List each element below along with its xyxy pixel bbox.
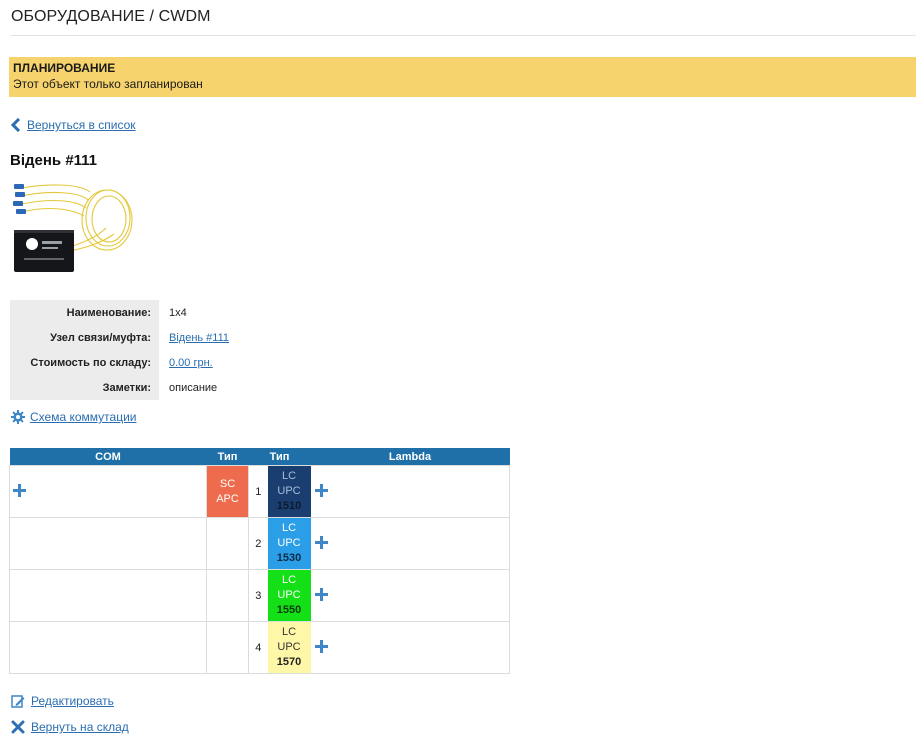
edit-label[interactable]: Редактировать <box>31 694 114 708</box>
connector-line2: UPC <box>277 641 301 653</box>
port-number: 4 <box>248 621 268 674</box>
add-lambda-button[interactable] <box>314 639 329 654</box>
connector-line2: UPC <box>277 537 301 549</box>
com-cell <box>9 621 207 674</box>
edit-link[interactable]: Редактировать <box>11 694 114 708</box>
notice-text: Этот объект только запланирован <box>13 77 203 91</box>
com-cell <box>9 465 207 518</box>
connector-line1: LC <box>281 574 297 586</box>
connector-line1: LC <box>281 626 297 638</box>
lambda-value: 1570 <box>276 656 302 668</box>
com-type-cell <box>206 621 249 674</box>
port-row: 2 LC UPC 1530 <box>9 517 510 570</box>
port-row: 3 LC UPC 1550 <box>9 569 510 622</box>
prop-value: 1x4 <box>169 306 187 319</box>
return-to-stock-label[interactable]: Вернуть на склад <box>31 720 129 734</box>
add-lambda-button[interactable] <box>314 483 329 498</box>
prop-key: Узел связи/муфта: <box>10 325 159 350</box>
col-header-com: COM <box>9 448 207 466</box>
prop-key: Наименование: <box>10 300 159 325</box>
port-number: 2 <box>248 517 268 570</box>
port-row: SC APC 1 LC UPC 1510 <box>9 465 510 518</box>
lambda-color-cell: LC UPC 1550 <box>267 569 311 622</box>
prop-row-name: Наименование: 1x4 <box>10 300 229 325</box>
cost-link[interactable]: 0.00 грн. <box>169 357 213 369</box>
connector-line1: LC <box>281 522 297 534</box>
cwdm-module-image <box>13 184 133 272</box>
return-to-stock-link[interactable]: Вернуть на склад <box>11 720 129 734</box>
lambda-cell <box>310 465 510 518</box>
back-to-list-label[interactable]: Вернуться в список <box>27 118 136 132</box>
com-type-cell <box>206 569 249 622</box>
edit-icon <box>11 695 25 708</box>
lambda-cell <box>310 569 510 622</box>
port-number: 1 <box>248 465 268 518</box>
com-type-cell: SC APC <box>206 465 249 518</box>
com-cell <box>9 517 207 570</box>
connector-line2: UPC <box>277 485 301 497</box>
lambda-value: 1510 <box>276 500 302 512</box>
prop-value: описание <box>169 381 218 394</box>
add-com-button[interactable] <box>12 483 27 498</box>
prop-row-notes: Заметки: описание <box>10 375 229 400</box>
com-connector-badge: SC APC <box>207 466 248 517</box>
lambda-value: 1550 <box>276 604 302 616</box>
lambda-cell <box>310 517 510 570</box>
add-lambda-button[interactable] <box>314 587 329 602</box>
prop-key: Стоимость по складу: <box>10 350 159 375</box>
lambda-cell <box>310 621 510 674</box>
add-lambda-button[interactable] <box>314 535 329 550</box>
lambda-value: 1530 <box>276 552 302 564</box>
col-header-type: Тип <box>206 448 249 466</box>
close-icon <box>11 720 25 734</box>
com-cell <box>9 569 207 622</box>
connector-line2: APC <box>216 492 239 505</box>
title-divider <box>11 35 916 36</box>
gear-icon <box>11 410 25 424</box>
ports-table: COM Тип Тип Lambda SC APC 1 LC UPC 1510 <box>9 448 510 674</box>
connector-line1: SC <box>219 477 236 490</box>
port-row: 4 LC UPC 1570 <box>9 621 510 674</box>
com-type-cell <box>206 517 249 570</box>
col-header-lambda: Lambda <box>310 448 510 466</box>
planning-notice: ПЛАНИРОВАНИЕ Этот объект только запланир… <box>9 57 916 97</box>
prop-key: Заметки: <box>10 375 159 400</box>
switching-scheme-label[interactable]: Схема коммутации <box>30 410 136 424</box>
prop-row-node: Узел связи/муфта: Відень #111 <box>10 325 229 350</box>
prop-row-cost: Стоимость по складу: 0.00 грн. <box>10 350 229 375</box>
connector-line1: LC <box>281 470 297 482</box>
switching-scheme-link[interactable]: Схема коммутации <box>11 410 136 424</box>
lambda-color-cell: LC UPC 1570 <box>267 621 311 674</box>
properties-table: Наименование: 1x4 Узел связи/муфта: Віде… <box>10 300 229 400</box>
lambda-color-cell: LC UPC 1510 <box>267 465 311 518</box>
port-number: 3 <box>248 569 268 622</box>
node-link[interactable]: Відень #111 <box>169 332 229 344</box>
chevron-left-icon <box>11 118 21 132</box>
back-to-list-link[interactable]: Вернуться в список <box>11 118 136 132</box>
connector-line2: UPC <box>277 589 301 601</box>
notice-title: ПЛАНИРОВАНИЕ <box>13 61 116 75</box>
page-title: ОБОРУДОВАНИЕ / CWDM <box>11 8 211 25</box>
object-title: Відень #111 <box>10 152 98 169</box>
lambda-color-cell: LC UPC 1530 <box>267 517 311 570</box>
col-header-type: Тип <box>248 448 311 466</box>
